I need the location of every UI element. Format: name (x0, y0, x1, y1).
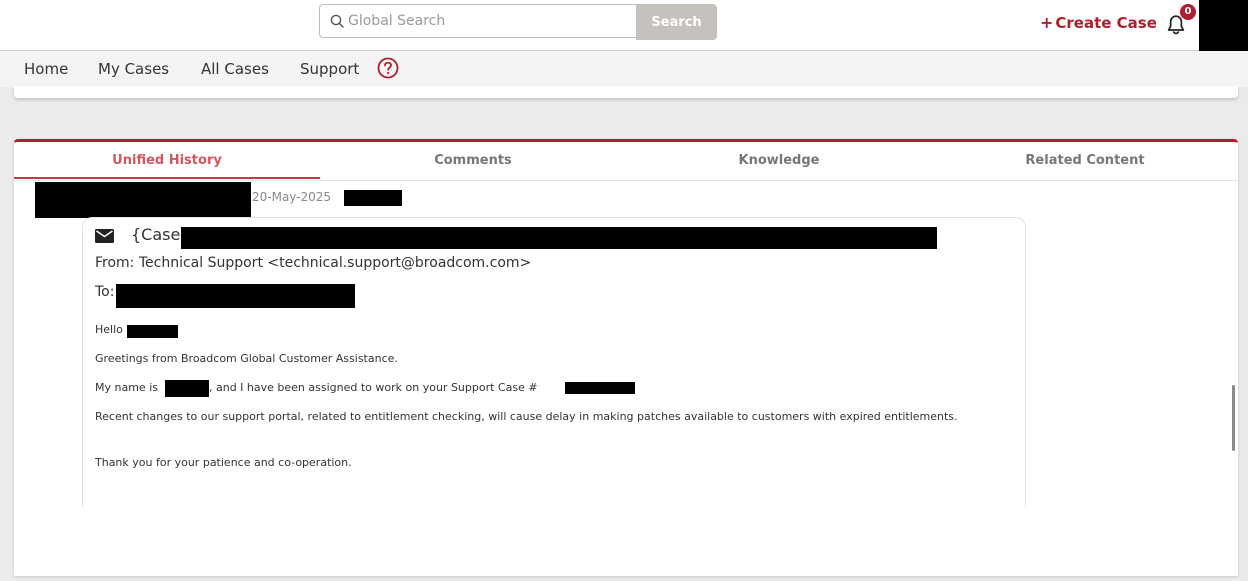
envelope-icon (95, 229, 114, 243)
redacted-user-menu (1199, 0, 1248, 51)
email-assigned-prefix: My name is (95, 381, 158, 394)
search-icon (330, 14, 344, 28)
plus-icon: + (1040, 13, 1054, 32)
active-tab-indicator (14, 177, 320, 179)
nav-support[interactable]: Support (300, 60, 359, 78)
tab-comments[interactable]: Comments (320, 142, 626, 180)
redacted-recipient (116, 284, 355, 308)
email-message: {Case From: Technical Support <technical… (82, 217, 1026, 507)
nav-my-cases[interactable]: My Cases (98, 60, 169, 78)
notification-count-badge: 0 (1180, 4, 1196, 20)
scrollbar-thumb[interactable] (1232, 385, 1235, 451)
search-button[interactable]: Search (636, 4, 717, 40)
email-to-label: To: (95, 284, 115, 300)
tab-knowledge[interactable]: Knowledge (626, 142, 932, 180)
tab-bar: Unified History Comments Knowledge Relat… (14, 142, 1238, 181)
global-search-input[interactable] (348, 5, 628, 37)
email-subject: {Case (131, 225, 181, 244)
case-activity-panel: Unified History Comments Knowledge Relat… (14, 139, 1238, 576)
tab-unified-history[interactable]: Unified History (14, 142, 320, 180)
redacted-recipient-name (127, 325, 178, 338)
main-nav: Home My Cases All Cases Support (0, 51, 1248, 87)
tab-related-content[interactable]: Related Content (932, 142, 1238, 180)
email-assigned-suffix: , and I have been assigned to work on yo… (209, 381, 538, 394)
entry-date: 20-May-2025 (252, 190, 332, 204)
nav-home[interactable]: Home (24, 60, 68, 78)
redacted-subject (181, 227, 937, 249)
redacted-engineer-name (165, 380, 209, 397)
redacted-author (35, 182, 251, 218)
top-header: Search +Create Case 0 (0, 0, 1248, 51)
redacted-time (344, 190, 402, 206)
email-greeting: Hello (95, 323, 123, 336)
global-search-box (319, 4, 637, 38)
redacted-case-number (565, 382, 635, 394)
case-details-card (14, 86, 1238, 98)
create-case-button[interactable]: + Create Case (1040, 13, 1157, 32)
email-body-line: Thank you for your patience and co-opera… (95, 456, 352, 469)
email-body-line: Greetings from Broadcom Global Customer … (95, 352, 398, 365)
email-body-line: Recent changes to our support portal, re… (95, 410, 958, 423)
create-case-label: Create Case (1055, 14, 1157, 32)
nav-all-cases[interactable]: All Cases (201, 60, 269, 78)
help-circle-icon[interactable] (377, 57, 399, 79)
email-from: From: Technical Support <technical.suppo… (95, 255, 532, 271)
